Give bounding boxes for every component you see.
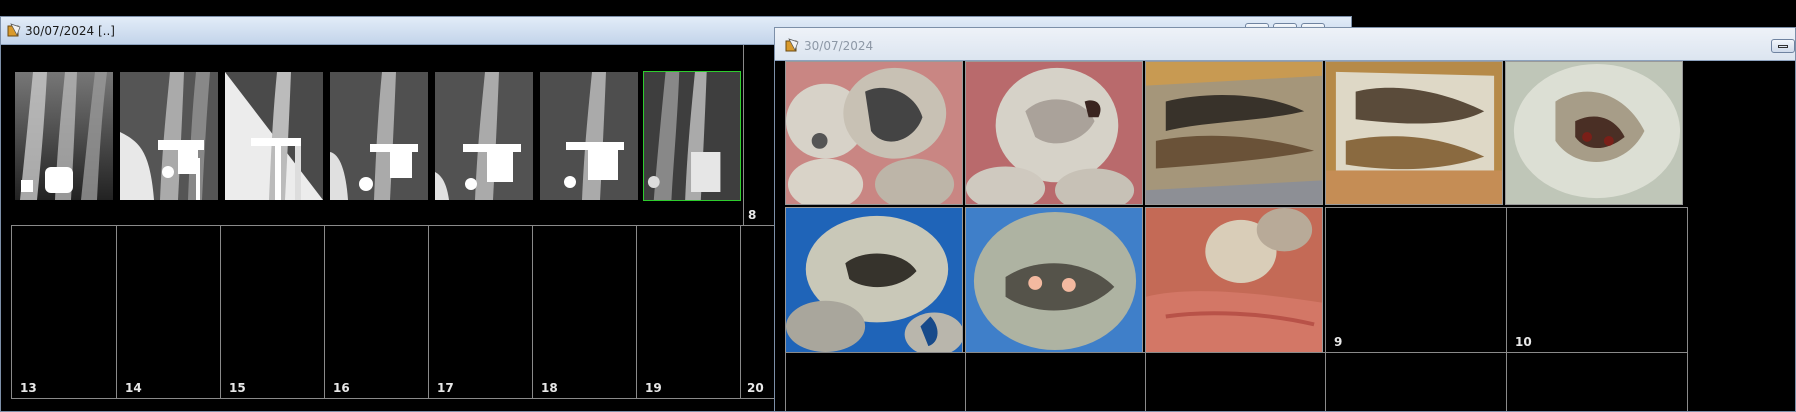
tooth-photo-image	[1326, 62, 1502, 204]
slot-number: 16	[333, 381, 350, 395]
xray-slot[interactable]: 17	[428, 225, 533, 399]
xray-thumbnail[interactable]	[435, 72, 533, 200]
slot-number: 10	[1515, 335, 1532, 349]
intraoral-photo[interactable]	[965, 61, 1143, 205]
tooth-photo-image	[1146, 62, 1322, 204]
slot-number: 13	[20, 381, 37, 395]
xray-slot[interactable]: 15	[220, 225, 325, 399]
intraoral-photo[interactable]	[1145, 207, 1323, 353]
restore-button[interactable]	[1771, 39, 1795, 53]
radiograph-image	[120, 72, 218, 200]
xray-window-title: 30/07/2024 [..]	[25, 24, 115, 38]
xray-thumbnail-selected[interactable]	[643, 71, 741, 201]
photo-slot[interactable]	[965, 352, 1147, 411]
slot-number: 14	[125, 381, 142, 395]
intraoral-photo[interactable]	[1505, 61, 1683, 205]
intraoral-photo[interactable]	[785, 61, 963, 205]
tooth-photo-image	[1146, 208, 1322, 352]
slot-number: 17	[437, 381, 454, 395]
xray-slot[interactable]: 13	[11, 225, 117, 399]
xray-slot[interactable]: 16	[324, 225, 429, 399]
tooth-photo-image	[1506, 62, 1682, 204]
xray-slot[interactable]: 18	[532, 225, 637, 399]
tooth-photo-image	[966, 62, 1142, 204]
photo-slot-9[interactable]: 9	[1325, 207, 1507, 353]
xray-thumbnail[interactable]	[15, 72, 113, 200]
xray-thumbnail[interactable]	[225, 72, 323, 200]
slot-number: 8	[748, 208, 757, 222]
radiograph-image	[540, 72, 638, 200]
intraoral-photo[interactable]	[1145, 61, 1323, 205]
photo-slot[interactable]	[1325, 352, 1507, 411]
photo-window: 30/07/2024 9 10	[774, 27, 1796, 412]
radiograph-image	[15, 72, 113, 200]
slot-number: 18	[541, 381, 558, 395]
xray-slot[interactable]: 14	[116, 225, 221, 399]
tooth-app-icon	[785, 38, 799, 52]
tooth-photo-image	[786, 62, 962, 204]
intraoral-photo[interactable]	[965, 207, 1143, 353]
xray-thumbnail[interactable]	[120, 72, 218, 200]
slot-number: 19	[645, 381, 662, 395]
intraoral-photo[interactable]	[1325, 61, 1503, 205]
radiograph-image	[225, 72, 323, 200]
photo-slot-10[interactable]: 10	[1506, 207, 1688, 353]
xray-thumbnail-strip	[11, 45, 744, 225]
slot-number: 20	[747, 381, 764, 395]
photo-viewer: 9 10	[775, 61, 1795, 411]
xray-thumbnail[interactable]	[330, 72, 428, 200]
tooth-app-icon	[7, 23, 21, 37]
tooth-photo-image	[786, 208, 962, 352]
photo-window-title: 30/07/2024	[804, 39, 874, 53]
intraoral-photo[interactable]	[785, 207, 963, 353]
xray-thumbnail[interactable]	[540, 72, 638, 200]
radiograph-image	[435, 72, 533, 200]
photo-slot[interactable]	[1506, 352, 1688, 411]
photo-slot[interactable]	[1145, 352, 1327, 411]
photo-slot[interactable]	[785, 352, 967, 411]
photo-window-titlebar[interactable]: 30/07/2024	[775, 28, 1795, 61]
xray-empty-slots: 13 14 15 16 17 18 19 20	[11, 225, 783, 399]
radiograph-image	[644, 72, 740, 200]
tooth-photo-image	[966, 208, 1142, 352]
radiograph-image	[330, 72, 428, 200]
slot-number: 9	[1334, 335, 1343, 349]
xray-slot[interactable]: 19	[636, 225, 741, 399]
slot-number: 15	[229, 381, 246, 395]
